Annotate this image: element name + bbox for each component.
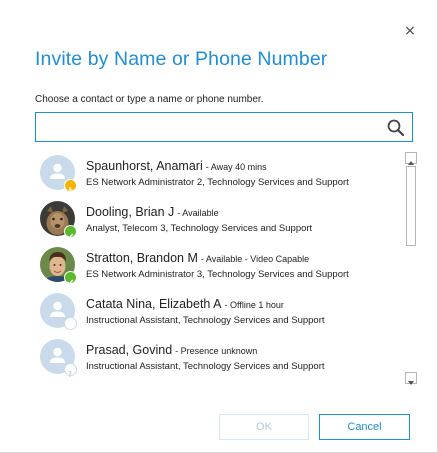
- svg-text:?: ?: [68, 370, 72, 379]
- available-status-icon: [64, 271, 77, 286]
- contact-title: ES Network Administrator 2, Technology S…: [86, 177, 349, 188]
- ok-button[interactable]: OK: [219, 414, 309, 440]
- contact-status: - Available - Video Capable: [200, 254, 310, 264]
- contact-title: Instructional Assistant, Technology Serv…: [86, 315, 325, 326]
- contact-title: ES Network Administrator 3, Technology S…: [86, 269, 349, 280]
- contact-row[interactable]: Spaunhorst, Anamari - Away 40 mins ES Net…: [35, 152, 403, 198]
- contact-name-line: Prasad, Govind - Presence unknown: [86, 341, 257, 359]
- contact-row[interactable]: Stratton, Brandon M- Available - Video C…: [35, 244, 403, 290]
- contact-status: - Presence unknown: [175, 346, 258, 356]
- contact-name: Dooling, Brian J: [86, 205, 175, 219]
- chevron-down-icon: [408, 381, 414, 385]
- scroll-up-button[interactable]: [405, 152, 417, 165]
- cancel-button[interactable]: Cancel: [319, 414, 410, 440]
- instruction-text: Choose a contact or type a name or phone…: [35, 94, 264, 105]
- list-scrollbar[interactable]: [405, 152, 417, 385]
- away-status-icon: [64, 179, 77, 192]
- contact-status: - Available: [177, 208, 219, 218]
- unknown-status-icon: ?: [64, 363, 77, 379]
- contact-name-line: Catata Nina, Elizabeth A- Offline 1 hour: [86, 295, 284, 313]
- contact-name: Catata Nina, Elizabeth A: [86, 297, 222, 311]
- contact-status: - Offline 1 hour: [224, 300, 284, 310]
- search-input[interactable]: [40, 116, 384, 140]
- scroll-thumb[interactable]: [406, 166, 416, 246]
- invite-dialog: × Invite by Name or Phone Number Choose …: [0, 0, 438, 453]
- contact-name: Prasad, Govind: [86, 343, 173, 357]
- contact-name: Spaunhorst, Anamari: [86, 159, 203, 173]
- search-icon[interactable]: [386, 118, 406, 138]
- close-icon[interactable]: ×: [402, 23, 418, 39]
- contact-name: Stratton, Brandon M: [86, 251, 198, 265]
- contact-row[interactable]: ? Prasad, Govind - Presence unknown Instr…: [35, 336, 403, 382]
- contact-title: Analyst, Telecom 3, Technology Services …: [86, 223, 313, 234]
- contact-title: Instructional Assistant, Technology Serv…: [86, 361, 325, 372]
- contact-list[interactable]: Spaunhorst, Anamari - Away 40 mins ES Net…: [35, 150, 417, 387]
- contact-row[interactable]: Catata Nina, Elizabeth A- Offline 1 hour…: [35, 290, 403, 336]
- contact-name-line: Dooling, Brian J- Available: [86, 203, 219, 221]
- offline-status-icon: [64, 317, 77, 330]
- contact-name-line: Spaunhorst, Anamari - Away 40 mins: [86, 157, 267, 175]
- search-box[interactable]: [35, 112, 413, 142]
- scroll-down-button[interactable]: [405, 372, 417, 385]
- dialog-title: Invite by Name or Phone Number: [35, 48, 328, 70]
- contact-status: - Away 40 mins: [205, 162, 267, 172]
- contact-name-line: Stratton, Brandon M- Available - Video C…: [86, 249, 309, 267]
- contact-row[interactable]: Dooling, Brian J- Available Analyst, Tel…: [35, 198, 403, 244]
- available-status-icon: [64, 225, 77, 240]
